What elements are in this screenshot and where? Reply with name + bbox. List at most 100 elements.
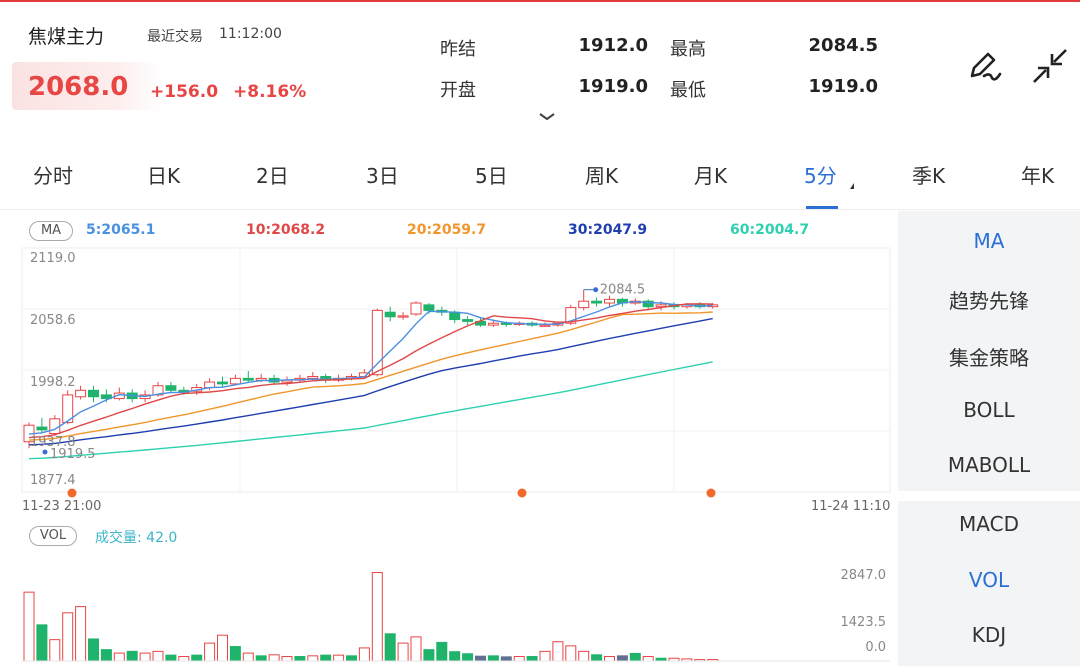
volume-bar — [204, 642, 216, 662]
volume-bar — [113, 652, 125, 662]
low-label: 最低 — [670, 80, 706, 101]
period-tabs: 分时 日K 2日 3日 5日 周K 月K 5分 季K 年K — [0, 150, 1080, 210]
indicator-panel: MA 趋势先锋集金策略 BOLL MABOLL MACD VOL KDJ — [898, 211, 1080, 666]
sub-indicator-vol[interactable]: VOL — [898, 568, 1080, 592]
vol-badge[interactable]: VOL — [29, 526, 77, 546]
volume-bar — [320, 654, 332, 662]
open-label: 开盘 — [440, 80, 476, 101]
volume-bar — [36, 624, 48, 662]
volume-bar — [513, 656, 525, 662]
last-trade-time: 11:12:00 — [219, 26, 282, 42]
volume-bar — [384, 633, 396, 662]
candle-body — [165, 385, 177, 391]
low-value: 1919.0 — [808, 76, 878, 97]
volume-bar — [591, 654, 603, 662]
high-marker-dot — [593, 287, 599, 293]
volume-bar — [462, 653, 474, 662]
volume-bar — [410, 636, 422, 662]
volume-bar — [307, 655, 319, 662]
volume-bar — [487, 655, 499, 662]
volume-bar — [126, 650, 138, 662]
ma60-line — [28, 361, 713, 460]
volume-bar — [358, 647, 370, 662]
panel-divider — [898, 491, 1080, 501]
candle-body — [591, 300, 603, 304]
volume-bar — [255, 655, 267, 662]
volume-value: 成交量: 42.0 — [95, 530, 178, 546]
volume-bar — [49, 639, 61, 662]
candle-body — [423, 304, 435, 311]
time-axis-start: 11-23 21:00 — [22, 499, 101, 514]
volume-bar — [152, 650, 164, 662]
volume-bar — [436, 641, 448, 662]
volume-bar — [371, 572, 383, 662]
candle-body — [217, 381, 228, 385]
indicator-maboll[interactable]: MABOLL — [898, 453, 1080, 477]
indicator-ma[interactable]: MA — [898, 229, 1080, 253]
volume-tick-label: 0.0 — [865, 640, 886, 655]
volume-bar — [165, 654, 177, 662]
high-marker-label: 2084.5 — [600, 283, 646, 298]
candle-body — [49, 418, 61, 435]
volume-bar — [346, 655, 357, 662]
tab-2[interactable]: 2日 — [256, 160, 289, 189]
pen-icon[interactable] — [964, 46, 1004, 86]
candle-body — [487, 322, 499, 326]
candle-body — [449, 311, 461, 321]
collapse-arrows-icon[interactable] — [1030, 46, 1070, 86]
volume-bar — [397, 642, 409, 662]
tab-0[interactable]: 分时 — [33, 160, 73, 189]
candle-body — [88, 389, 99, 398]
ma10-value: 10:2068.2 — [246, 222, 326, 238]
price-tick-label: 1998.2 — [30, 375, 76, 390]
volume-bar — [629, 652, 641, 662]
active-tab-underline — [806, 206, 838, 209]
candle-body — [204, 381, 216, 389]
price-tick-label: 1877.4 — [30, 473, 76, 488]
tab-9[interactable]: 年K — [1021, 160, 1054, 189]
volume-bar — [23, 591, 35, 662]
sub-indicator-macd[interactable]: MACD — [898, 512, 1080, 536]
indicator-boll[interactable]: BOLL — [898, 398, 1080, 422]
candlestick-chart[interactable]: 2119.02058.61998.21877.42084.51937.81919… — [0, 240, 898, 515]
ma-badge[interactable]: MA — [29, 221, 73, 241]
last-trade-label: 最近交易 — [147, 29, 203, 45]
tab-6[interactable]: 月K — [694, 160, 727, 189]
event-dot — [706, 488, 716, 498]
tab-4[interactable]: 5日 — [475, 160, 508, 189]
volume-bar — [604, 656, 615, 662]
ma5-line — [28, 300, 713, 435]
open-value: 1919.0 — [578, 76, 648, 97]
low-marker-dot — [42, 449, 48, 455]
tab-8[interactable]: 季K — [912, 160, 945, 189]
time-axis-end: 11-24 11:10 — [811, 499, 890, 514]
ma60-value: 60:2004.7 — [730, 222, 810, 238]
volume-bar — [642, 656, 654, 662]
chevron-down-icon[interactable] — [538, 112, 556, 122]
price-change: +156.0 — [150, 82, 219, 102]
volume-tick-label: 1423.5 — [841, 615, 887, 630]
tab-5[interactable]: 周K — [585, 160, 618, 189]
volume-bar — [333, 654, 345, 662]
tab-3[interactable]: 3日 — [366, 160, 399, 189]
last-price: 2068.0 — [28, 72, 129, 102]
volume-bar — [229, 646, 241, 662]
tab-1[interactable]: 日K — [147, 160, 180, 189]
volume-bar — [539, 650, 551, 662]
volume-tick-label: 2847.0 — [841, 568, 887, 583]
volume-bar — [526, 656, 538, 662]
candle-body — [462, 319, 474, 322]
indicator-趋势先锋[interactable]: 趋势先锋 — [898, 285, 1080, 314]
tab-7[interactable]: 5分 — [804, 160, 837, 189]
indicator-集金策略[interactable]: 集金策略 — [898, 342, 1080, 371]
volume-bar — [191, 654, 203, 662]
volume-bar — [178, 656, 190, 662]
candle-body — [410, 302, 422, 315]
volume-bar — [139, 652, 151, 662]
instrument-name: 焦煤主力 — [28, 26, 105, 48]
candle-body — [578, 300, 590, 309]
volume-chart[interactable]: 2847.0 1423.5 0.0 — [0, 555, 898, 666]
sub-indicator-kdj[interactable]: KDJ — [898, 623, 1080, 647]
volume-bar — [616, 655, 628, 662]
tab-dropdown-caret-icon[interactable] — [846, 183, 854, 189]
